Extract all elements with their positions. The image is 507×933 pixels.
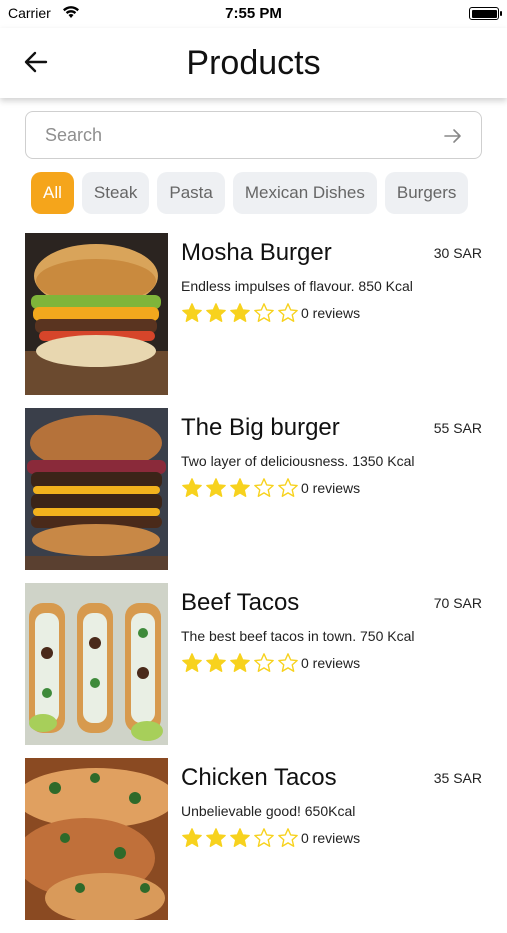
navigation-bar: Products (0, 28, 507, 98)
product-description: Unbelievable good! 650Kcal (181, 803, 356, 819)
product-list: Mosha Burger 30 SAR Endless impulses of fl… (25, 233, 485, 933)
beef-tacos-photo (25, 583, 168, 745)
star-rating: 0 reviews (181, 476, 360, 500)
product-description: The best beef tacos in town. 750 Kcal (181, 628, 415, 644)
star-outline-icon (278, 478, 298, 497)
filter-chip-pasta[interactable]: Pasta (157, 172, 225, 214)
product-price: 55 SAR (433, 420, 482, 436)
star-filled-icon (182, 653, 202, 672)
star-filled-icon (206, 478, 226, 497)
product-name: Beef Tacos (181, 589, 300, 616)
star-filled-icon (182, 303, 202, 322)
product-description: Endless impulses of flavour. 850 Kcal (181, 278, 413, 294)
star-filled-icon (206, 828, 226, 847)
product-price: 35 SAR (433, 770, 482, 786)
star-rating: 0 reviews (181, 301, 360, 325)
star-outline-icon (278, 653, 298, 672)
star-outline-icon (254, 478, 274, 497)
page-title: Products (186, 44, 321, 82)
product-item[interactable]: The Big burger 55 SAR Two layer of delicio… (25, 408, 485, 570)
star-filled-icon (230, 653, 250, 672)
star-outline-icon (278, 828, 298, 847)
star-filled-icon (230, 828, 250, 847)
filter-chip-steak[interactable]: Steak (81, 172, 150, 214)
review-count: 0 reviews (301, 830, 361, 846)
search-input[interactable]: Search (25, 111, 482, 159)
product-price: 30 SAR (433, 245, 482, 261)
review-count: 0 reviews (301, 480, 361, 496)
product-item[interactable]: Beef Tacos 70 SAR The best beef tacos in t… (25, 583, 485, 745)
product-price: 70 SAR (433, 595, 482, 611)
arrow-right-icon[interactable] (443, 126, 463, 146)
star-outline-icon (278, 303, 298, 322)
star-filled-icon (206, 653, 226, 672)
star-outline-icon (254, 303, 274, 322)
burger-photo (25, 233, 168, 395)
star-rating: 0 reviews (181, 651, 360, 675)
product-description: Two layer of deliciousness. 1350 Kcal (181, 453, 415, 469)
star-outline-icon (254, 653, 274, 672)
clock: 7:55 PM (225, 5, 282, 22)
star-filled-icon (230, 478, 250, 497)
filter-chip-burgers[interactable]: Burgers (384, 172, 469, 214)
star-rating: 0 reviews (181, 826, 360, 850)
star-filled-icon (182, 828, 202, 847)
review-count: 0 reviews (301, 655, 361, 671)
status-bar: Carrier 7:55 PM (0, 0, 507, 28)
product-name: The Big burger (181, 414, 340, 441)
double-burger-photo (25, 408, 168, 570)
product-item[interactable]: Mosha Burger 30 SAR Endless impulses of fl… (25, 233, 485, 395)
chicken-tacos-photo (25, 758, 168, 920)
star-filled-icon (230, 303, 250, 322)
filter-chip-mexican-dishes[interactable]: Mexican Dishes (232, 172, 377, 214)
star-filled-icon (206, 303, 226, 322)
product-name: Mosha Burger (181, 239, 332, 266)
battery-icon (469, 7, 502, 20)
filter-chip-all[interactable]: All (31, 172, 74, 214)
category-filter-bar: All Steak Pasta Mexican Dishes Burgers (31, 172, 507, 216)
product-item[interactable]: Chicken Tacos 35 SAR Unbelievable good! 65… (25, 758, 485, 920)
search-placeholder: Search (45, 125, 103, 145)
product-name: Chicken Tacos (181, 764, 337, 791)
star-outline-icon (254, 828, 274, 847)
review-count: 0 reviews (301, 305, 361, 321)
star-filled-icon (182, 478, 202, 497)
